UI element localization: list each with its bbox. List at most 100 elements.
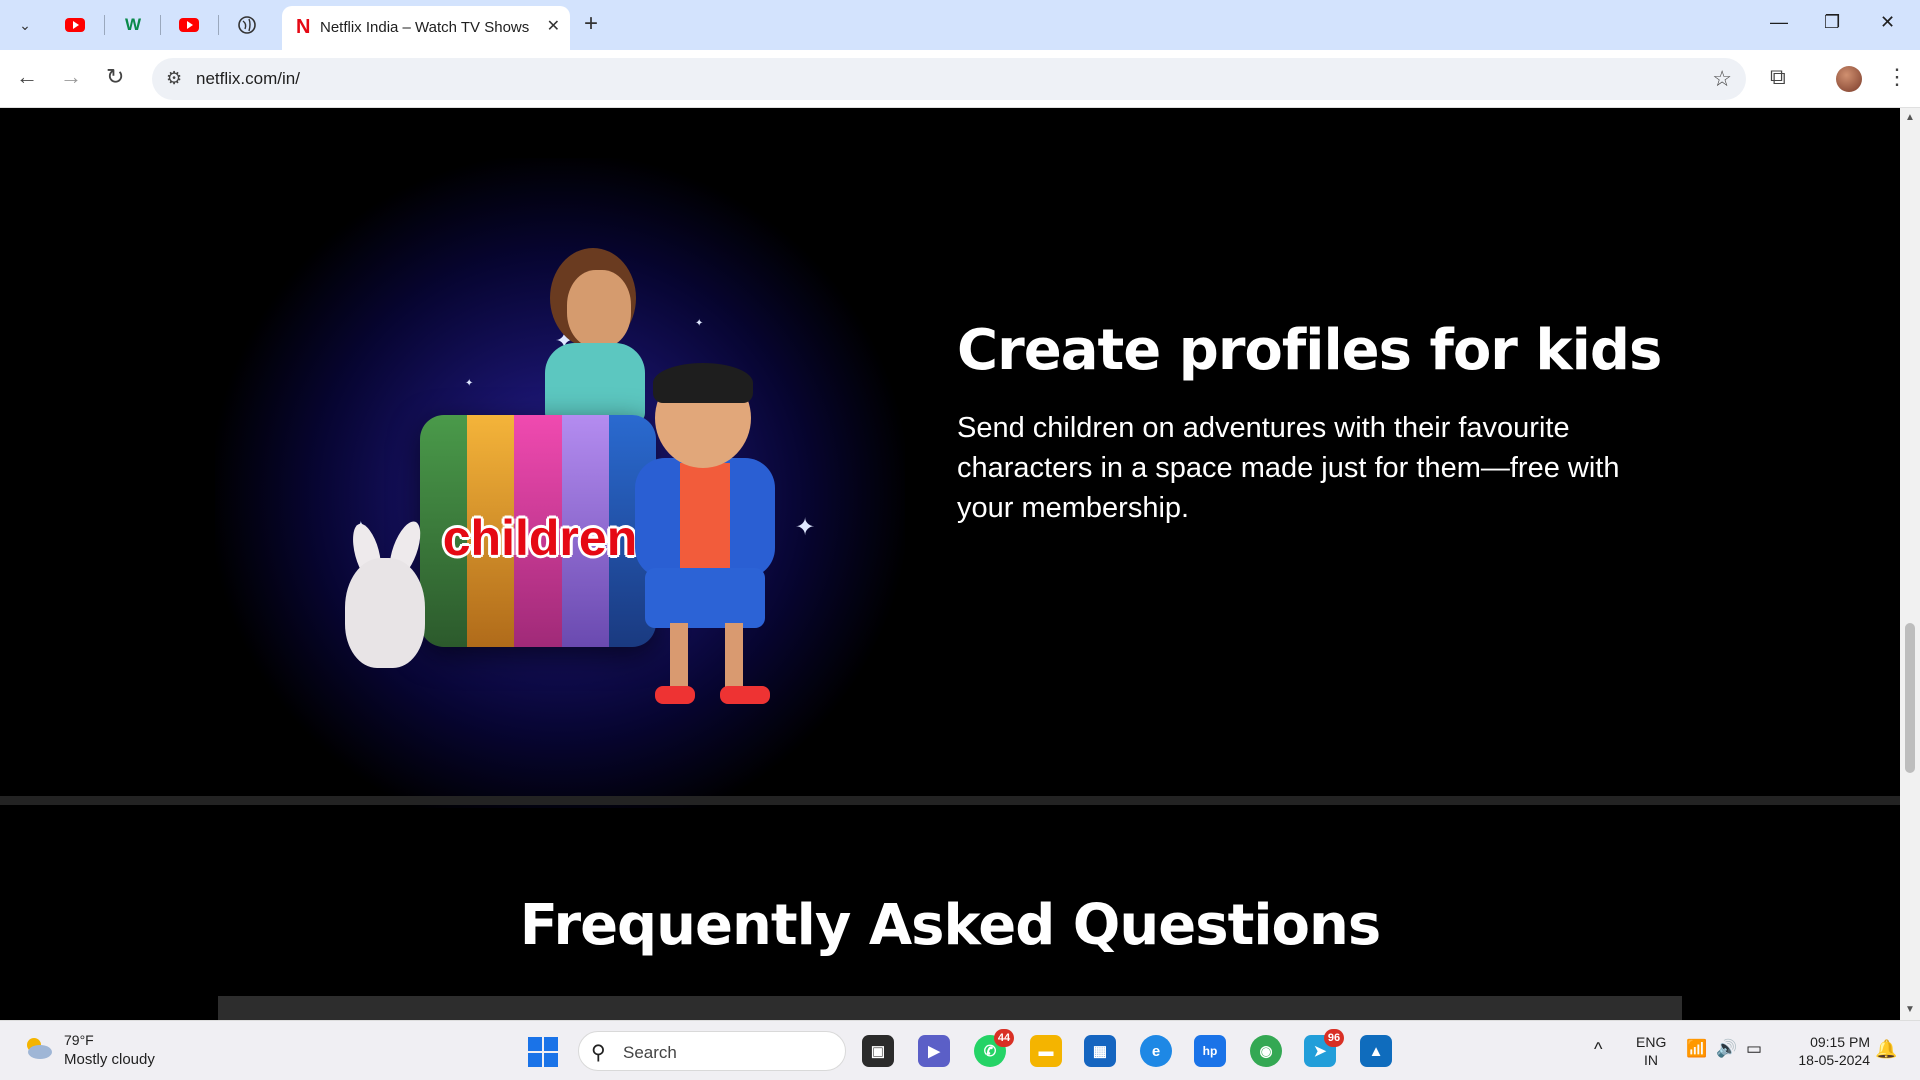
teams-glyph: ▶	[928, 1043, 940, 1060]
explorer-glyph: ▬	[1038, 1042, 1054, 1060]
w-icon: W	[124, 15, 142, 34]
windows-logo-pane	[544, 1053, 558, 1067]
tab-separator	[104, 15, 105, 35]
microsoft-store-icon[interactable]: ▦	[1084, 1035, 1116, 1067]
clock-date: 18-05-2024	[1798, 1052, 1870, 1068]
kids-profile-illustration: ✦ ✦ ✦ ✦ ✦ ✦ children	[215, 158, 905, 808]
url-text[interactable]: netflix.com/in/	[196, 69, 300, 89]
region-code: IN	[1644, 1052, 1658, 1068]
chrome-icon[interactable]: ◉	[1250, 1035, 1282, 1067]
teams-chat-icon[interactable]: ▶	[918, 1035, 950, 1067]
reload-button[interactable]: ↻	[106, 64, 124, 90]
photos-icon[interactable]: ▲	[1360, 1035, 1392, 1067]
cloudy-weather-icon[interactable]	[22, 1035, 54, 1061]
tab-search-button[interactable]: ⌄	[10, 10, 40, 40]
scroll-thumb[interactable]	[1905, 623, 1915, 773]
language-indicator[interactable]: ENG IN	[1636, 1033, 1666, 1069]
telegram-badge: 96	[1324, 1029, 1344, 1047]
pinned-tab-youtube-2[interactable]	[174, 10, 204, 40]
whatsapp-icon[interactable]: ✆ 44	[974, 1029, 1014, 1067]
pinned-tab-w[interactable]: W	[118, 10, 148, 40]
clock-time: 09:15 PM	[1810, 1034, 1870, 1050]
address-bar[interactable]: ⚙ netflix.com/in/ ☆	[152, 58, 1746, 100]
file-explorer-icon[interactable]: ▬	[1030, 1035, 1062, 1067]
whatsapp-badge: 44	[994, 1029, 1014, 1047]
battery-icon[interactable]: ▭	[1746, 1039, 1762, 1059]
youtube-icon	[65, 18, 85, 32]
bunny-character	[345, 558, 425, 668]
sparkle-icon: ✦	[795, 514, 816, 541]
close-window-button[interactable]: ✕	[1880, 12, 1895, 33]
faq-heading: Frequently Asked Questions	[519, 893, 1381, 958]
search-placeholder: Search	[623, 1043, 677, 1062]
close-tab-icon[interactable]: ✕	[547, 16, 560, 36]
windows-logo-pane	[528, 1053, 542, 1067]
myhp-glyph: hp	[1202, 1044, 1218, 1058]
telegram-icon[interactable]: ➤ 96	[1304, 1029, 1344, 1067]
scroll-up-arrow-icon[interactable]: ▲	[1905, 112, 1915, 123]
faq-accordion-item[interactable]	[218, 996, 1682, 1020]
task-view-icon[interactable]: ▣	[862, 1035, 894, 1067]
tab-separator	[160, 15, 161, 35]
boy-hair	[653, 363, 753, 403]
extensions-icon[interactable]: ⧉	[1770, 64, 1786, 90]
edge-app-icon[interactable]: e	[1140, 1035, 1172, 1067]
boy-shirt	[680, 463, 730, 573]
start-button[interactable]	[528, 1037, 558, 1067]
weather-description[interactable]: Mostly cloudy	[64, 1051, 155, 1068]
sparkle-icon: ✦	[465, 378, 474, 389]
photos-glyph: ▲	[1368, 1042, 1384, 1060]
language-code: ENG	[1636, 1034, 1667, 1050]
new-tab-button[interactable]: +	[584, 10, 598, 38]
windows-logo-icon	[528, 1037, 542, 1051]
forward-button[interactable]: →	[60, 64, 82, 90]
browser-toolbar: ← → ↻ ⚙ netflix.com/in/ ☆ ⧉ ⋮	[0, 50, 1920, 108]
taskbar-search[interactable]: ⚲ Search	[578, 1031, 846, 1071]
page-scrollbar[interactable]: ▲ ▼	[1900, 108, 1920, 1020]
search-icon: ⚲	[591, 1042, 606, 1064]
netflix-page: ✦ ✦ ✦ ✦ ✦ ✦ children Create profiles for…	[0, 108, 1900, 1020]
pinned-tab-youtube-1[interactable]	[60, 10, 90, 40]
notification-bell-icon[interactable]: 🔔	[1875, 1039, 1897, 1060]
myhp-icon[interactable]: hp	[1194, 1035, 1226, 1067]
pinned-tab-globe[interactable]	[232, 10, 262, 40]
tray-overflow-chevron-icon[interactable]: ^	[1594, 1039, 1602, 1060]
girl-body	[545, 343, 645, 423]
kids-section-title: Create profiles for kids	[957, 318, 1662, 383]
telegram-glyph: ➤	[1313, 1043, 1327, 1060]
boy-shoe	[720, 686, 770, 704]
boy-leg	[725, 623, 743, 693]
children-logo-text: children	[442, 510, 638, 566]
weather-temperature[interactable]: 79°F	[64, 1032, 94, 1048]
active-tab-title: Netflix India – Watch TV Shows	[320, 19, 530, 36]
edge-glyph: e	[1151, 1042, 1161, 1060]
globe-icon	[238, 16, 256, 34]
windows-taskbar: 79°F Mostly cloudy ⚲ Search ▣ ▶ ✆ 44 ▬ ▦…	[0, 1020, 1920, 1080]
volume-icon[interactable]: 🔊	[1716, 1039, 1737, 1059]
section-divider	[0, 796, 1900, 805]
kids-section-description: Send children on adventures with their f…	[957, 412, 1620, 524]
system-clock[interactable]: 09:15 PM 18-05-2024	[1780, 1033, 1870, 1069]
site-info-icon[interactable]: ⚙	[166, 68, 182, 89]
boy-shorts	[645, 568, 765, 628]
profile-avatar[interactable]	[1836, 66, 1862, 92]
wifi-icon[interactable]: 📶	[1686, 1039, 1707, 1059]
menu-kebab-icon[interactable]: ⋮	[1886, 64, 1908, 90]
active-tab[interactable]: N Netflix India – Watch TV Shows ✕	[282, 6, 570, 50]
scroll-down-arrow-icon[interactable]: ▼	[1905, 1004, 1915, 1015]
back-button[interactable]: ←	[16, 64, 38, 90]
restore-button[interactable]: ❐	[1824, 12, 1840, 33]
youtube-icon	[179, 18, 199, 32]
chrome-glyph: ◉	[1259, 1043, 1273, 1060]
minimize-button[interactable]: —	[1770, 12, 1788, 33]
bookmark-star-icon[interactable]: ☆	[1712, 66, 1732, 92]
tab-strip: ⌄ W N Netflix India – Watch TV Shows ✕ +…	[0, 0, 1920, 50]
boy-leg	[670, 623, 688, 693]
children-profile-tile: children	[420, 415, 656, 647]
store-glyph: ▦	[1092, 1043, 1108, 1060]
chevron-down-icon: ⌄	[19, 16, 31, 33]
whatsapp-glyph: ✆	[983, 1043, 997, 1060]
boy-shoe	[655, 686, 695, 704]
task-view-glyph: ▣	[870, 1043, 886, 1060]
sparkle-icon: ✦	[695, 318, 704, 329]
